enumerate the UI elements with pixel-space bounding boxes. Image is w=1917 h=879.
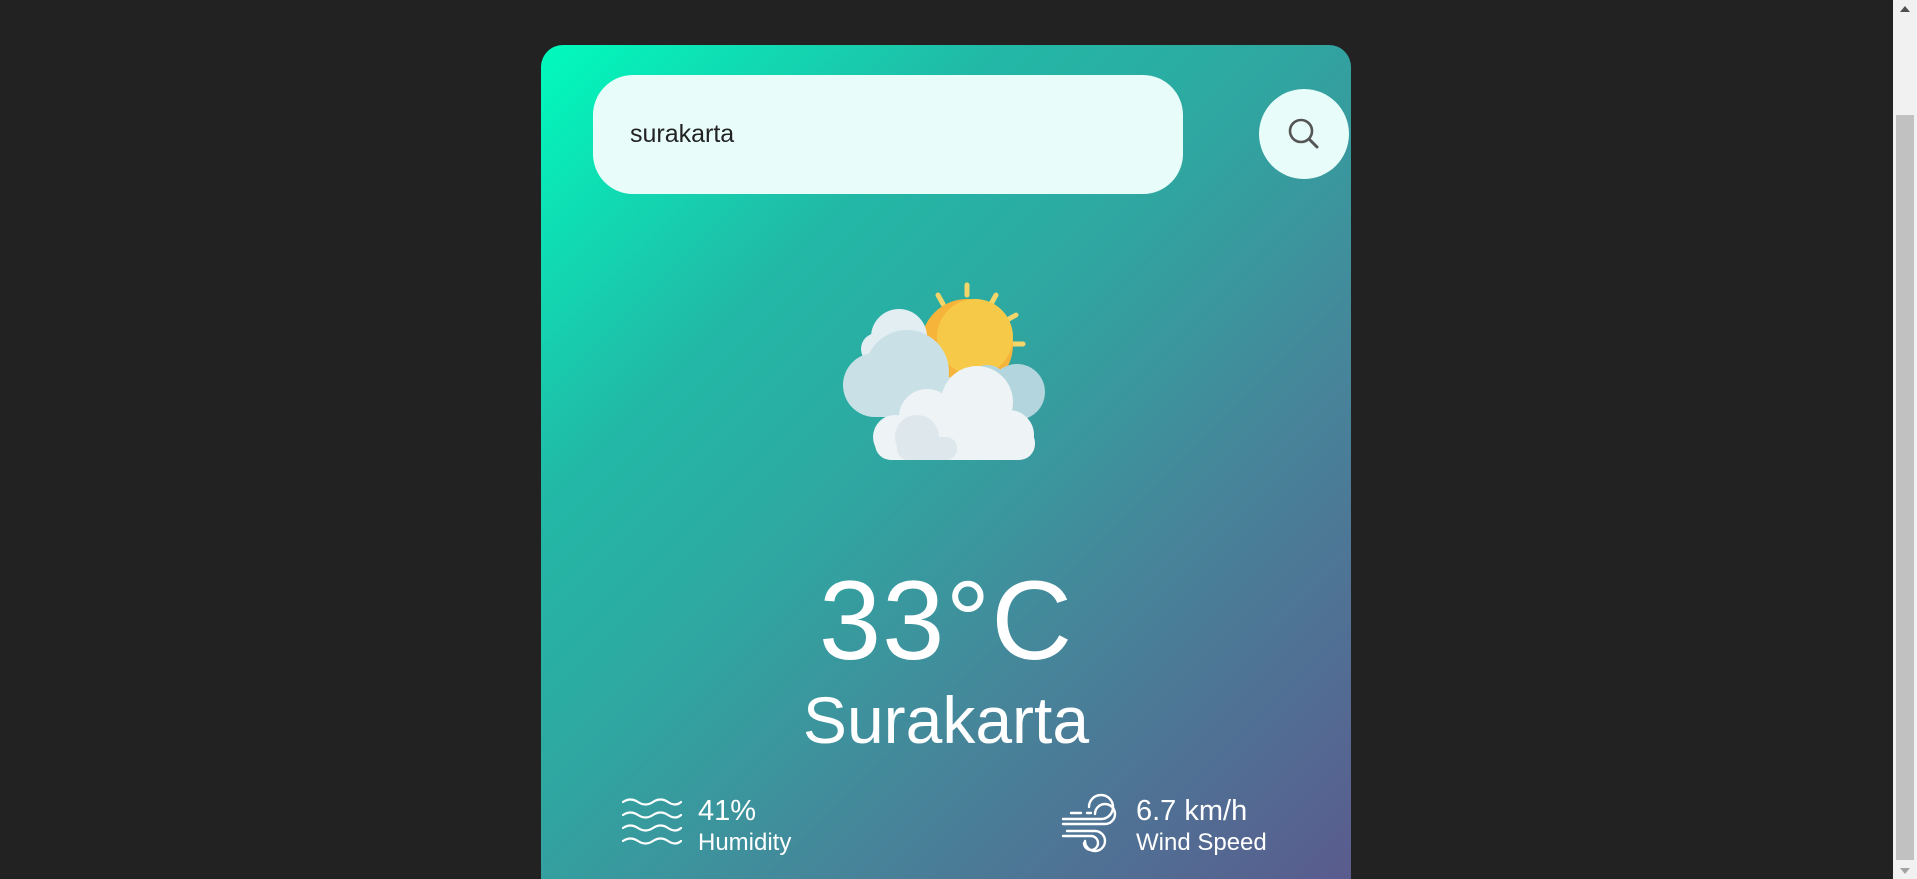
humidity-waves-icon: [621, 798, 683, 845]
temperature: 33°C: [818, 558, 1074, 683]
search-button[interactable]: [1259, 89, 1349, 179]
sun-behind-clouds-icon: [843, 282, 1045, 460]
page: 33°C Surakarta 41% Humidity: [0, 0, 1917, 879]
scrollbar-thumb[interactable]: [1896, 115, 1914, 860]
wind-stat: 6.7 km/h Wind Speed: [1061, 785, 1301, 856]
humidity-stat: 41% Humidity: [621, 785, 841, 856]
search-input[interactable]: [593, 75, 1183, 194]
scroll-down-arrow-icon[interactable]: [1893, 862, 1917, 879]
vertical-scrollbar[interactable]: [1893, 0, 1917, 879]
wind-speed-label: Wind Speed: [1136, 829, 1267, 856]
humidity-value: 41%: [698, 795, 757, 827]
search-bar: [593, 75, 1349, 195]
humidity-label: Humidity: [698, 829, 792, 856]
weather-card: 33°C Surakarta 41% Humidity: [541, 45, 1351, 879]
wind-speed-value: 6.7 km/h: [1136, 795, 1248, 827]
wind-icon: [1061, 793, 1117, 853]
city-name: Surakarta: [802, 683, 1090, 757]
search-icon: [1288, 118, 1319, 149]
scroll-up-arrow-icon[interactable]: [1893, 0, 1917, 17]
